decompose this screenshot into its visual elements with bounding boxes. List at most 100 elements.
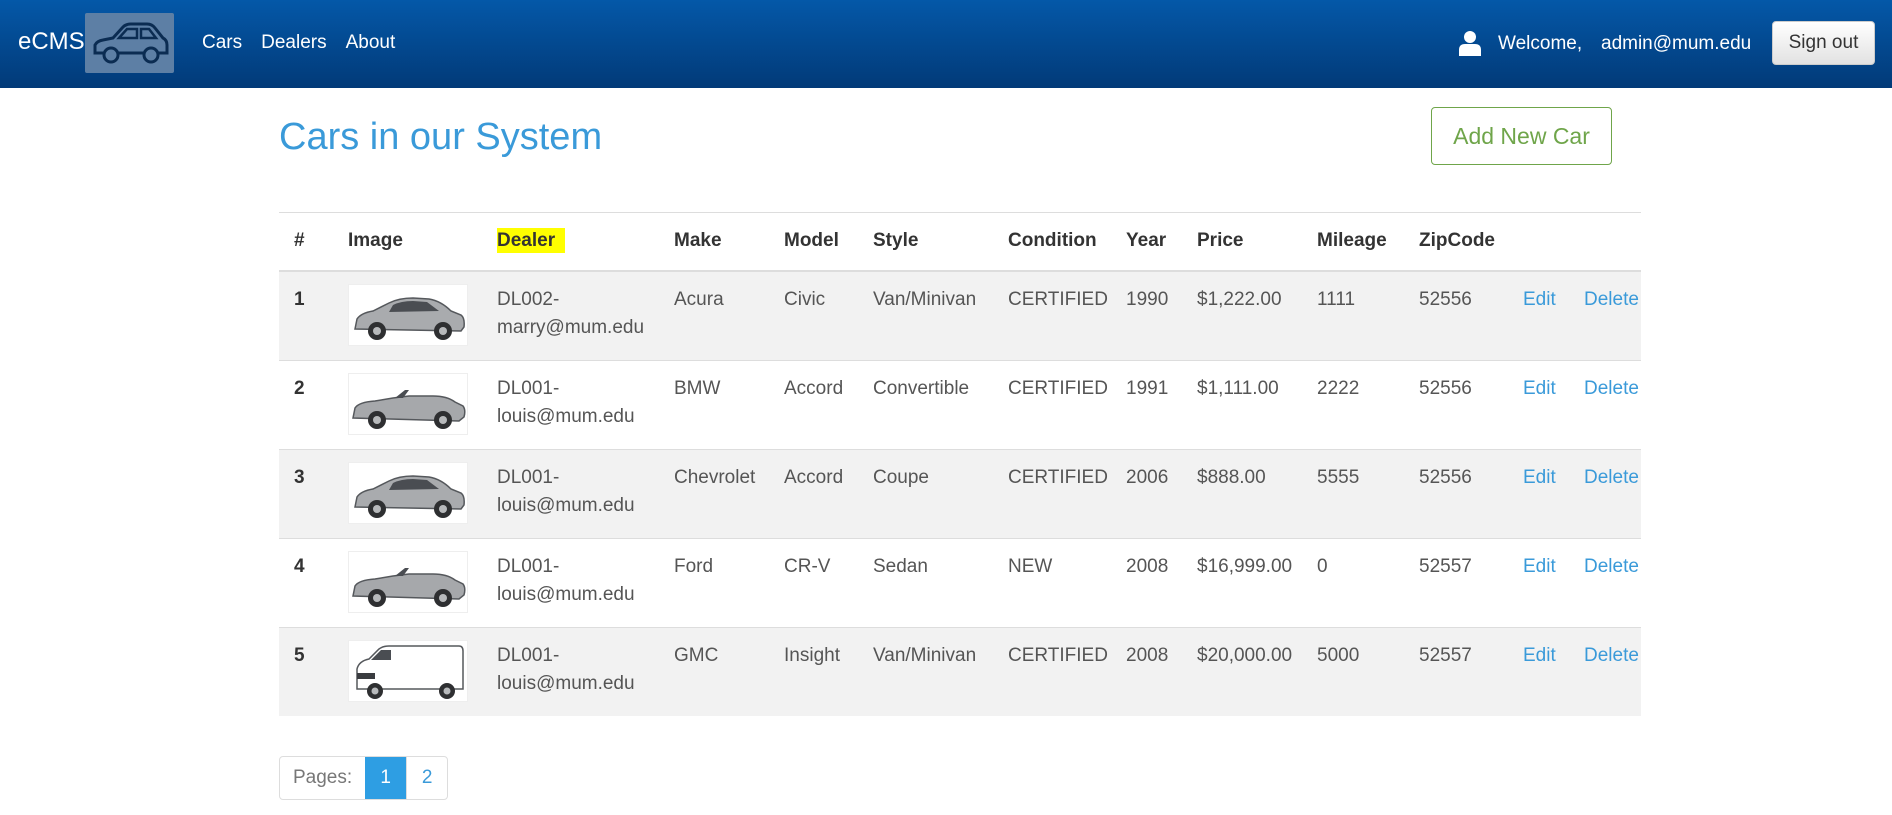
edit-cell: Edit [1508, 270, 1569, 360]
car-image [348, 283, 468, 346]
table-row: 4 DL001- louis@mum.edu Ford CR-V Sedan NEW 2008… [279, 537, 1641, 627]
car-image-cell [333, 537, 482, 627]
header-model: Model [784, 230, 839, 252]
car-logo-icon[interactable] [85, 13, 174, 73]
header-price: Price [1197, 230, 1244, 252]
pagination: Pages: 1 2 [279, 756, 449, 800]
page-link-2[interactable]: 2 [406, 757, 447, 799]
price-cell: $16,999.00 [1182, 537, 1302, 627]
price-cell: $1,222.00 [1182, 270, 1302, 360]
dealer-id: DL001- [497, 555, 560, 577]
nav-link-dealers[interactable]: Dealers [261, 32, 326, 54]
welcome-text: Welcome, [1498, 33, 1583, 54]
price-cell: $888.00 [1182, 448, 1302, 538]
mileage-cell: 5555 [1302, 448, 1404, 538]
zipcode-cell: 52556 [1404, 448, 1508, 538]
header-number: # [294, 230, 305, 252]
row-number: 4 [279, 537, 333, 627]
header-dealer-label: Dealer [497, 228, 566, 254]
table-row: 5 DL001- louis@mum.edu GMC Insight Van/Miniva… [279, 626, 1641, 716]
dealer-id: DL002- [497, 288, 560, 310]
sign-out-button[interactable]: Sign out [1772, 21, 1875, 65]
year-cell: 2008 [1111, 626, 1182, 716]
header-zipcode: ZipCode [1419, 230, 1495, 252]
delete-link[interactable]: Delete [1584, 289, 1639, 310]
zipcode-cell: 52557 [1404, 626, 1508, 716]
condition-cell: NEW [993, 537, 1111, 627]
make-cell: Ford [659, 537, 769, 627]
edit-link[interactable]: Edit [1523, 556, 1556, 577]
delete-cell: Delete [1569, 359, 1641, 449]
mileage-cell: 1111 [1302, 270, 1404, 360]
brand-name[interactable]: eCMS [18, 28, 85, 56]
table-row: 2 DL001- louis@mum.edu BMW Accord Convertible… [279, 359, 1641, 449]
car-image [348, 639, 468, 702]
edit-link[interactable]: Edit [1523, 467, 1556, 488]
condition-cell: CERTIFIED [993, 448, 1111, 538]
delete-link[interactable]: Delete [1584, 645, 1639, 666]
header-make: Make [674, 230, 722, 252]
table-row: 1 DL002- marry@mum.edu Acura Civic Van/Miniva… [279, 270, 1641, 360]
edit-cell: Edit [1508, 359, 1569, 449]
delete-link[interactable]: Delete [1584, 556, 1639, 577]
edit-link[interactable]: Edit [1523, 645, 1556, 666]
year-cell: 2006 [1111, 448, 1182, 538]
delete-link[interactable]: Delete [1584, 467, 1639, 488]
table-header-row: # Image Dealer Make Model Style Conditio… [279, 212, 1641, 271]
delete-cell: Delete [1569, 448, 1641, 538]
delete-cell: Delete [1569, 626, 1641, 716]
year-cell: 2008 [1111, 537, 1182, 627]
header-image: Image [348, 230, 403, 252]
nav-link-about[interactable]: About [346, 32, 396, 54]
make-cell: BMW [659, 359, 769, 449]
dealer-email: louis@mum.edu [497, 405, 635, 427]
model-cell: Accord [769, 359, 858, 449]
mileage-cell: 5000 [1302, 626, 1404, 716]
mileage-cell: 0 [1302, 537, 1404, 627]
car-image-cell [333, 270, 482, 360]
row-number: 2 [279, 359, 333, 449]
style-cell: Convertible [858, 359, 993, 449]
edit-link[interactable]: Edit [1523, 378, 1556, 399]
header-year: Year [1126, 230, 1167, 252]
car-image-cell [333, 448, 482, 538]
make-cell: Acura [659, 270, 769, 360]
nav-link-cars[interactable]: Cars [202, 32, 242, 54]
cars-table-container: # Image Dealer Make Model Style Conditio… [279, 212, 1641, 716]
make-cell: GMC [659, 626, 769, 716]
delete-cell: Delete [1569, 537, 1641, 627]
zipcode-cell: 52556 [1404, 359, 1508, 449]
header-delete [1569, 213, 1641, 271]
edit-cell: Edit [1508, 537, 1569, 627]
header-dealer: Dealer [482, 213, 659, 271]
style-cell: Van/Minivan [858, 626, 993, 716]
model-cell: Accord [769, 448, 858, 538]
navbar: eCMS Cars Dealers About Welcome, admin@m… [0, 0, 1892, 88]
model-cell: Civic [769, 270, 858, 360]
add-new-car-button[interactable]: Add New Car [1431, 107, 1612, 165]
price-cell: $1,111.00 [1182, 359, 1302, 449]
page-link-1[interactable]: 1 [365, 757, 407, 799]
edit-link[interactable]: Edit [1523, 289, 1556, 310]
header-condition: Condition [1008, 230, 1097, 252]
condition-cell: CERTIFIED [993, 270, 1111, 360]
row-number: 1 [279, 270, 333, 360]
condition-cell: CERTIFIED [993, 626, 1111, 716]
delete-link[interactable]: Delete [1584, 378, 1639, 399]
dealer-email: louis@mum.edu [497, 583, 635, 605]
car-image-cell [333, 359, 482, 449]
table-body: 1 DL002- marry@mum.edu Acura Civic Van/Miniva… [279, 270, 1641, 716]
dealer-email: louis@mum.edu [497, 672, 635, 694]
year-cell: 1990 [1111, 270, 1182, 360]
dealer-email: marry@mum.edu [497, 316, 645, 338]
style-cell: Sedan [858, 537, 993, 627]
page-title: Cars in our System [279, 116, 603, 158]
table-row: 3 DL001- louis@mum.edu Chevrolet Accord Coupe… [279, 448, 1641, 538]
user-icon [1459, 30, 1481, 56]
model-cell: CR-V [769, 537, 858, 627]
edit-cell: Edit [1508, 626, 1569, 716]
zipcode-cell: 52556 [1404, 270, 1508, 360]
dealer-email: louis@mum.edu [497, 494, 635, 516]
zipcode-cell: 52557 [1404, 537, 1508, 627]
make-cell: Chevrolet [659, 448, 769, 538]
